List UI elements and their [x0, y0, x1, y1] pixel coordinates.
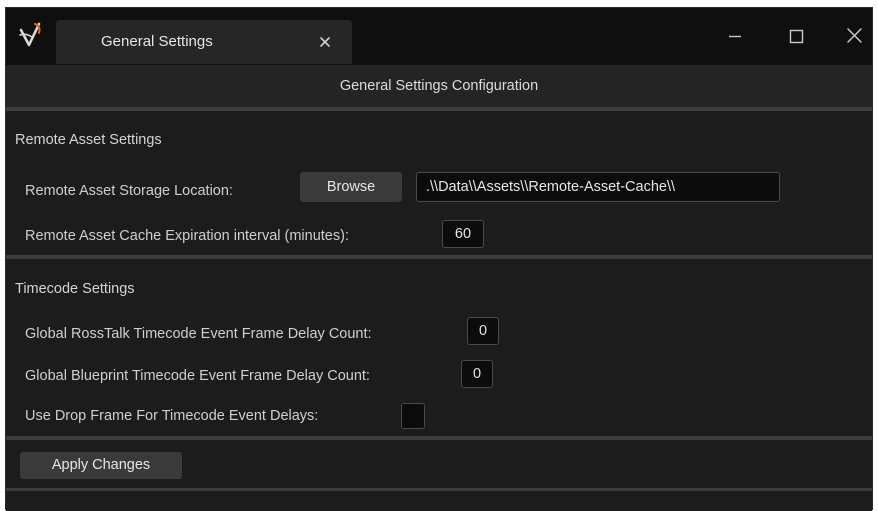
tab-general-settings[interactable]: General Settings	[56, 20, 352, 64]
close-icon	[320, 37, 330, 47]
divider	[6, 107, 872, 111]
storage-location-field[interactable]: .\\Data\\Assets\\Remote-Asset-Cache\\	[416, 172, 780, 202]
drop-frame-label: Use Drop Frame For Timecode Event Delays…	[25, 408, 319, 424]
settings-window: General Settings General Settings Config…	[5, 7, 873, 511]
settings-content: General Settings Configuration Remote As…	[6, 65, 872, 511]
section-title-remote-asset: Remote Asset Settings	[15, 132, 162, 148]
blueprint-delay-label: Global Blueprint Timecode Event Frame De…	[25, 368, 370, 384]
page-title: General Settings Configuration	[6, 65, 872, 107]
apply-changes-button[interactable]: Apply Changes	[20, 452, 182, 479]
divider	[6, 488, 872, 491]
tab-title: General Settings	[101, 33, 213, 50]
storage-location-label: Remote Asset Storage Location:	[25, 183, 233, 199]
divider	[6, 255, 872, 259]
blueprint-delay-field[interactable]: 0	[461, 360, 493, 388]
app-logo-icon	[19, 22, 41, 47]
maximize-icon	[789, 29, 804, 44]
cache-expiration-field[interactable]: 60	[442, 220, 484, 248]
title-bar: General Settings	[6, 8, 872, 65]
section-title-timecode: Timecode Settings	[15, 281, 135, 297]
drop-frame-checkbox[interactable]	[401, 403, 425, 429]
window-close-button[interactable]	[840, 22, 870, 50]
tab-close-button[interactable]	[318, 31, 332, 54]
minimize-icon	[729, 35, 741, 38]
browse-button[interactable]: Browse	[300, 172, 402, 202]
divider	[6, 436, 872, 440]
maximize-button[interactable]	[781, 22, 811, 50]
rosstalk-delay-label: Global RossTalk Timecode Event Frame Del…	[25, 326, 372, 342]
minimize-button[interactable]	[720, 22, 750, 50]
rosstalk-delay-field[interactable]: 0	[467, 317, 499, 345]
cache-expiration-label: Remote Asset Cache Expiration interval (…	[25, 228, 349, 244]
close-icon	[847, 28, 862, 43]
